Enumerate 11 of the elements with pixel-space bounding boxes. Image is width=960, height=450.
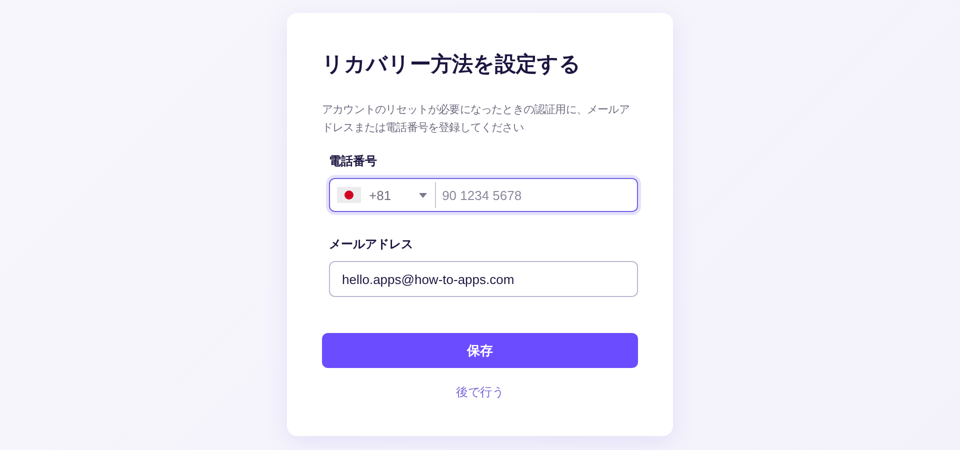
flag-icon (337, 187, 361, 203)
field-label: メールアドレス (329, 236, 414, 253)
save-button[interactable]: 保存 (322, 333, 638, 368)
phone-field[interactable]: +81 90 1234 5678 (329, 178, 638, 212)
field-label: 電話番号 (329, 153, 378, 170)
description-text: アカウントのリセットが必要になったときの認証用に、メールアドレスまたは電話番号を登録してください (322, 102, 630, 136)
email-field[interactable]: hello.apps@how-to-apps.com (329, 261, 638, 297)
page-title: リカバリー方法を設定する (322, 52, 582, 78)
country-code-dropdown[interactable]: +81 (330, 182, 436, 208)
later-link[interactable]: 後で行う (456, 384, 504, 401)
caret-icon (419, 192, 428, 198)
